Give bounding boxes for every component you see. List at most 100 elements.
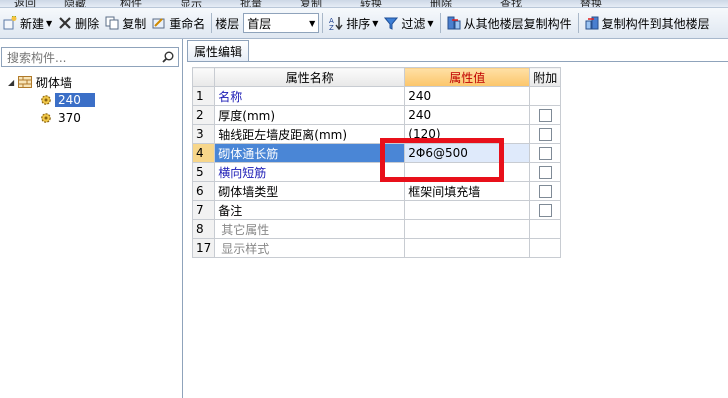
- filter-button-label: 过滤: [401, 16, 426, 31]
- floor-label: 楼层: [215, 16, 240, 31]
- top-strip-item[interactable]: 构件: [120, 0, 142, 7]
- property-name: 轴线距左墙皮距离(mm): [214, 124, 406, 144]
- expand-plus-icon[interactable]: +: [215, 246, 216, 257]
- collapse-triangle-icon[interactable]: ◢: [8, 78, 18, 87]
- toolbar-separator: [439, 13, 441, 33]
- tree-root-label: 砌体墙: [36, 75, 73, 90]
- table-row[interactable]: 6 砌体墙类型 框架间填充墙: [191, 181, 562, 201]
- top-strip-item[interactable]: 隐藏: [64, 0, 86, 7]
- tree-node-root[interactable]: ◢ 砌体墙: [0, 73, 180, 91]
- component-search-input[interactable]: [5, 49, 159, 67]
- extra-header[interactable]: 附加: [529, 67, 562, 87]
- top-strip-item[interactable]: 查找: [500, 0, 522, 7]
- extra-checkbox[interactable]: [538, 146, 552, 160]
- chevron-down-icon: ▼: [427, 18, 434, 28]
- property-name: 横向短筋: [214, 162, 406, 182]
- copy-icon: [105, 16, 119, 30]
- sort-button[interactable]: AZ 排序 ▼: [326, 12, 381, 34]
- property-value[interactable]: 240: [404, 86, 531, 106]
- tree-item[interactable]: 240: [0, 91, 180, 109]
- extra-checkbox[interactable]: [538, 165, 552, 179]
- extra-checkbox[interactable]: [538, 108, 552, 122]
- extra-checkbox[interactable]: [538, 127, 552, 141]
- rename-button-label: 重命名: [169, 16, 206, 31]
- tab-label: 属性编辑: [193, 44, 242, 59]
- chevron-down-icon: ▼: [309, 18, 316, 28]
- copy-button-label: 复制: [122, 16, 147, 31]
- property-group-cell: + 其它属性: [214, 219, 406, 239]
- sort-icon: AZ: [329, 16, 343, 32]
- top-strip-item[interactable]: 替换: [580, 0, 602, 7]
- chevron-down-icon: ▼: [372, 18, 379, 28]
- top-strip-item[interactable]: 转换: [360, 0, 382, 7]
- table-row[interactable]: 7 备注: [191, 200, 562, 220]
- component-list-pane: ◢ 砌体墙 240 370: [0, 39, 183, 398]
- delete-x-icon: [58, 16, 72, 30]
- extra-cell: [529, 162, 562, 182]
- row-number: 1: [191, 86, 216, 106]
- delete-button-label: 删除: [75, 16, 100, 31]
- tab-divider: [187, 61, 728, 62]
- search-icon[interactable]: [162, 51, 174, 63]
- rename-button[interactable]: 重命名: [149, 12, 208, 34]
- row-number: 6: [191, 181, 216, 201]
- extra-cell: [529, 105, 562, 125]
- row-number: 7: [191, 200, 216, 220]
- extra-checkbox[interactable]: [538, 184, 552, 198]
- expand-plus-icon[interactable]: +: [215, 227, 216, 238]
- tree-item-label: 370: [58, 111, 81, 125]
- table-row-selected[interactable]: 4 砌体通长筋 2Φ6@500: [191, 143, 562, 163]
- new-button[interactable]: 新建 ▼: [0, 12, 55, 34]
- top-strip-item[interactable]: 批量: [240, 0, 262, 7]
- property-value-header[interactable]: 属性值: [404, 67, 531, 87]
- property-value[interactable]: 240: [404, 105, 531, 125]
- new-component-icon: [3, 15, 17, 30]
- floor-select-value: 首层: [247, 16, 272, 31]
- table-row-group[interactable]: 8 + 其它属性: [191, 219, 562, 239]
- row-number: 5: [191, 162, 216, 182]
- rename-icon: [152, 16, 166, 30]
- top-strip-item[interactable]: 显示: [180, 0, 202, 7]
- masonry-wall-icon: [18, 76, 32, 88]
- tree-item[interactable]: 370: [0, 109, 180, 127]
- delete-button[interactable]: 删除: [55, 12, 102, 34]
- extra-cell: [529, 200, 562, 220]
- property-group-name: 其它属性: [221, 222, 270, 237]
- property-name-header[interactable]: 属性名称: [214, 67, 406, 87]
- top-strip-item[interactable]: 删除: [430, 0, 452, 7]
- property-name: 备注: [214, 200, 406, 220]
- row-number: 17: [191, 238, 216, 258]
- extra-checkbox[interactable]: [538, 203, 552, 217]
- row-number: 4: [191, 143, 216, 163]
- property-value[interactable]: 框架间填充墙: [404, 181, 531, 201]
- property-name: 厚度(mm): [214, 105, 406, 125]
- tree-item-label-selected: 240: [55, 93, 95, 107]
- table-row-group[interactable]: 17 + 显示样式: [191, 238, 562, 258]
- property-name: 名称: [214, 86, 406, 106]
- extra-cell: [529, 143, 562, 163]
- floor-select[interactable]: 首层 ▼: [243, 13, 320, 33]
- tab-property-edit[interactable]: 属性编辑: [187, 40, 249, 61]
- copy-from-other-floor-button[interactable]: 从其他楼层复制构件: [444, 12, 575, 34]
- filter-funnel-icon: [384, 16, 399, 30]
- row-number: 2: [191, 105, 216, 125]
- property-value[interactable]: [404, 200, 531, 220]
- table-row[interactable]: 1 名称 240: [191, 86, 562, 106]
- sort-button-label: 排序: [346, 16, 371, 31]
- property-editor-pane: 属性编辑 属性名称 属性值 附加 1 名称 240 2 厚度(mm) 240 3…: [187, 39, 728, 398]
- copy-from-other-floor-label: 从其他楼层复制构件: [463, 16, 572, 31]
- extra-cell: [529, 219, 562, 239]
- top-strip-item[interactable]: 复制: [300, 0, 322, 7]
- property-value: [404, 238, 531, 258]
- table-row[interactable]: 5 横向短筋: [191, 162, 562, 182]
- top-strip-item[interactable]: 返回: [14, 0, 36, 7]
- table-row[interactable]: 2 厚度(mm) 240: [191, 105, 562, 125]
- chevron-down-icon: ▼: [46, 18, 53, 28]
- copy-button[interactable]: 复制: [102, 12, 149, 34]
- property-value: [404, 219, 531, 239]
- table-row[interactable]: 3 轴线距左墙皮距离(mm) (120): [191, 124, 562, 144]
- copy-to-other-floor-label: 复制构件到其他楼层: [601, 16, 710, 31]
- copy-to-other-floor-button[interactable]: 复制构件到其他楼层: [582, 12, 713, 34]
- annotation-highlight-box: [380, 138, 504, 182]
- filter-button[interactable]: 过滤 ▼: [381, 12, 436, 34]
